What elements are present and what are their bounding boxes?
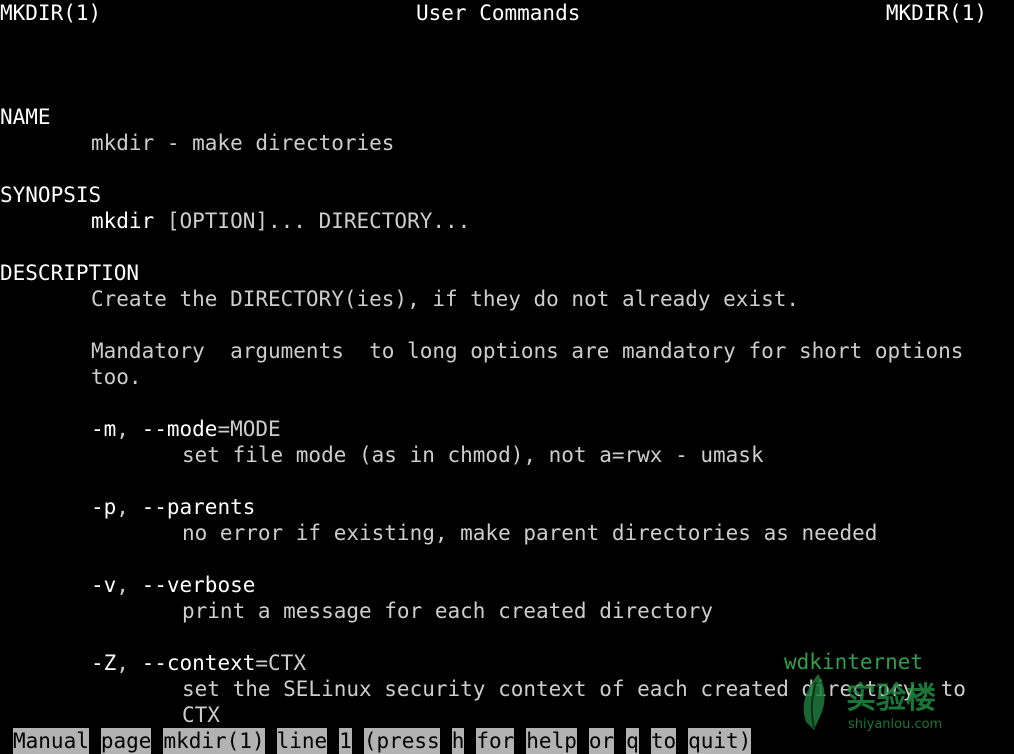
option-long: --mode bbox=[141, 417, 218, 441]
section-heading-name: NAME bbox=[0, 105, 51, 129]
status-word: (press bbox=[363, 728, 440, 754]
status-word: to bbox=[650, 728, 677, 754]
option-context: -Z, --context=CTX bbox=[91, 650, 306, 676]
option-arg: =MODE bbox=[217, 417, 281, 441]
synopsis-args: [OPTION]... DIRECTORY... bbox=[154, 209, 471, 233]
synopsis-command: mkdir bbox=[91, 209, 155, 233]
option-mode-desc: set file mode (as in chmod), not a=rwx -… bbox=[182, 443, 764, 467]
option-long: --context bbox=[141, 651, 256, 675]
status-word: or bbox=[588, 728, 615, 754]
option-short: -m bbox=[91, 417, 117, 441]
description-line-2: Mandatory arguments to long options are … bbox=[91, 339, 964, 363]
option-sep: , bbox=[116, 417, 142, 441]
logo-subtext: shiyanlou.com bbox=[848, 717, 942, 732]
option-verbose-desc: print a message for each created directo… bbox=[182, 599, 714, 623]
description-line-1: Create the DIRECTORY(ies), if they do no… bbox=[91, 287, 800, 311]
option-mode: -m, --mode=MODE bbox=[91, 416, 281, 442]
status-word: for bbox=[476, 728, 515, 754]
option-verbose: -v, --verbose bbox=[91, 572, 255, 598]
logo-text: 实验楼 bbox=[846, 681, 936, 716]
status-word: mkdir(1) bbox=[163, 728, 265, 754]
header-right: MKDIR(1) bbox=[885, 1, 987, 25]
option-context-desc-2: CTX bbox=[182, 703, 220, 727]
option-sep: , bbox=[116, 573, 142, 597]
status-word: Manual bbox=[13, 728, 89, 754]
option-short: -v bbox=[91, 573, 117, 597]
header-center: User Commands bbox=[416, 1, 581, 25]
option-long: --parents bbox=[141, 495, 256, 519]
description-line-3: too. bbox=[91, 365, 142, 389]
pager-status-bar: Manual page mkdir(1) line 1 (press h for… bbox=[13, 728, 752, 754]
status-word: help bbox=[526, 728, 577, 754]
section-heading-synopsis: SYNOPSIS bbox=[0, 183, 102, 207]
option-short: -p bbox=[91, 495, 117, 519]
option-parents: -p, --parents bbox=[91, 494, 255, 520]
option-arg: =CTX bbox=[255, 651, 306, 675]
option-long: --verbose bbox=[141, 573, 256, 597]
header-left: MKDIR(1) bbox=[0, 1, 102, 25]
status-word: q bbox=[626, 728, 639, 754]
status-word: line bbox=[276, 728, 328, 754]
shiyanlou-logo-watermark: 实验楼 shiyanlou.com bbox=[803, 674, 942, 732]
name-text: mkdir - make directories bbox=[91, 131, 395, 155]
option-short: -Z bbox=[91, 651, 117, 675]
option-parents-desc: no error if existing, make parent direct… bbox=[182, 521, 878, 545]
section-heading-description: DESCRIPTION bbox=[0, 261, 140, 285]
status-word: 1 bbox=[339, 728, 352, 754]
status-word: page bbox=[100, 728, 152, 754]
option-sep: , bbox=[116, 495, 142, 519]
leaf-icon bbox=[803, 674, 825, 730]
option-sep: , bbox=[116, 651, 142, 675]
synopsis-line: mkdir [OPTION]... DIRECTORY... bbox=[91, 208, 470, 234]
status-word: quit) bbox=[688, 728, 752, 754]
status-word: h bbox=[451, 728, 465, 754]
